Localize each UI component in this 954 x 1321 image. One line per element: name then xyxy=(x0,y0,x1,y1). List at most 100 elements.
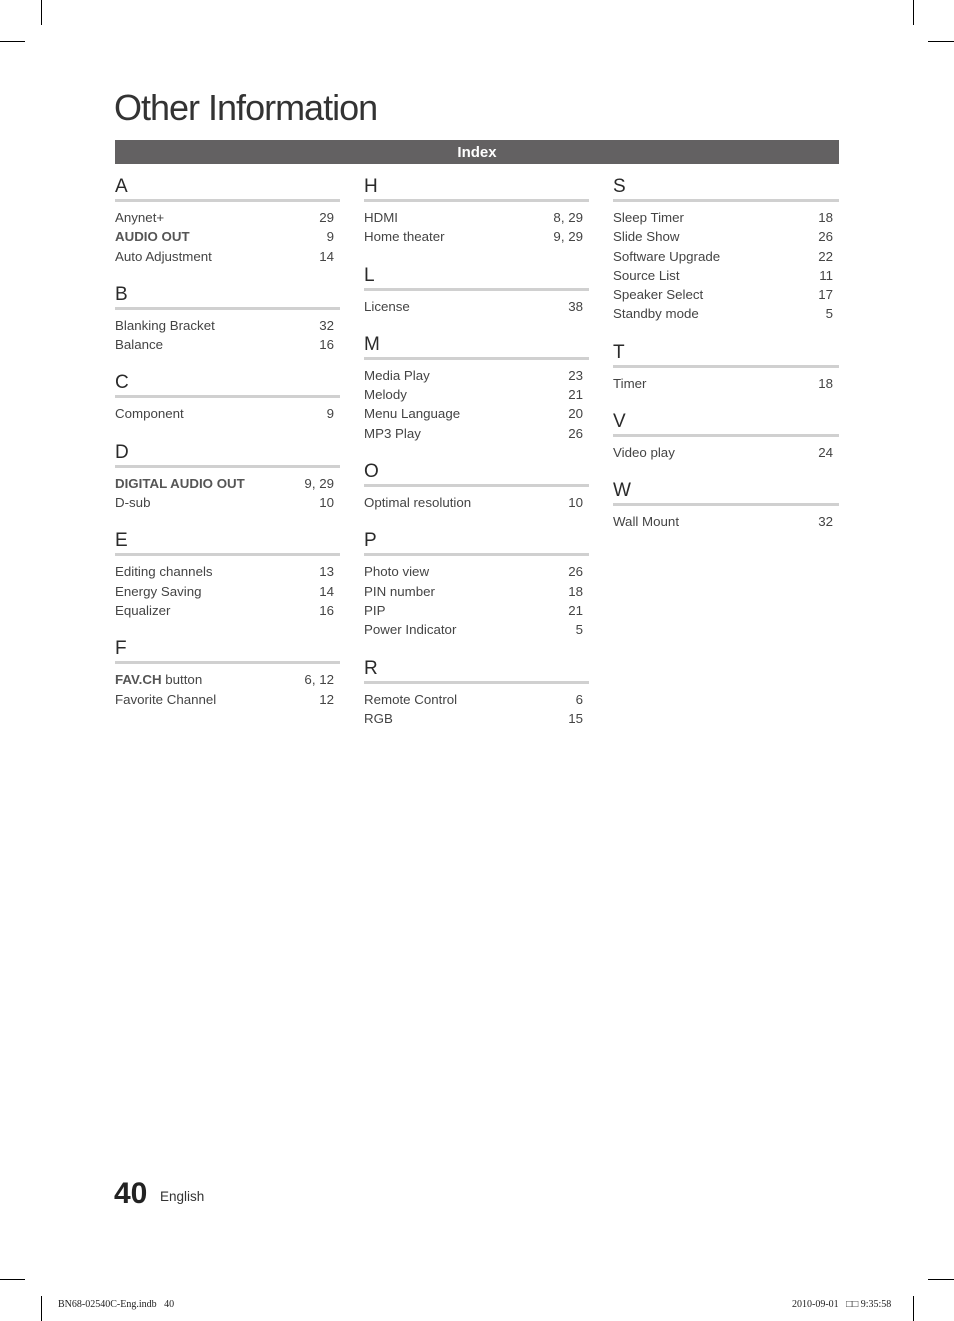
crop-mark xyxy=(913,0,914,25)
index-section-r: R Remote Control 6 RGB 15 xyxy=(364,658,589,729)
index-section-d: D DIGITAL AUDIO OUT 9, 29 D-sub 10 xyxy=(115,442,340,513)
section-letter: T xyxy=(613,341,625,363)
index-entry: Blanking Bracket 32 xyxy=(115,316,340,335)
index-section-m: M Media Play 23 Melody 21 Menu Language 20 MP3 … xyxy=(364,334,589,443)
index-page-ref: 6 xyxy=(575,691,583,707)
index-page-ref: 26 xyxy=(568,425,583,441)
section-divider xyxy=(115,661,340,665)
page-number: 40 xyxy=(114,1177,148,1210)
index-page-ref: 23 xyxy=(568,367,583,383)
index-section-e: E Editing channels 13 Energy Saving 14 Equali… xyxy=(115,530,340,620)
index-column-2: H HDMI 8, 29 Home theater 9, 29 L License 38 M Me… xyxy=(364,176,589,746)
index-term: Melody xyxy=(364,385,407,404)
index-page-ref: 26 xyxy=(568,564,583,580)
crop-mark xyxy=(0,41,25,42)
index-entry: Slide Show 26 xyxy=(613,227,839,246)
index-page-ref: 21 xyxy=(568,387,583,403)
index-term: Auto Adjustment xyxy=(115,247,212,266)
index-term-text: PIN number xyxy=(364,583,435,599)
index-term-text: Favorite Channel xyxy=(115,691,217,707)
index-term-text: Equalizer xyxy=(115,602,171,618)
index-page-ref: 14 xyxy=(319,248,334,264)
index-section-c: C Component 9 xyxy=(115,372,340,423)
index-entry: Balance 16 xyxy=(115,335,340,354)
index-page-ref: 24 xyxy=(818,445,833,461)
index-page-ref: 13 xyxy=(319,564,334,580)
index-term: HDMI xyxy=(364,208,398,227)
index-entry: Menu Language 20 xyxy=(364,404,589,423)
index-entry: Speaker Select 17 xyxy=(613,285,839,304)
index-entry: PIP 21 xyxy=(364,601,589,620)
index-section-w: W Wall Mount 32 xyxy=(613,480,839,531)
index-term: Photo view xyxy=(364,562,429,581)
index-term: Remote Control xyxy=(364,690,457,709)
index-section-t: T Timer 18 xyxy=(613,342,839,393)
index-term: Anynet+ xyxy=(115,208,164,227)
index-term: PIP xyxy=(364,601,385,620)
index-term: Speaker Select xyxy=(613,285,703,304)
index-entry: Anynet+ 29 xyxy=(115,208,340,227)
index-term-text: Standby mode xyxy=(613,306,699,322)
index-section-b: B Blanking Bracket 32 Balance 16 xyxy=(115,284,340,355)
index-page-ref: 11 xyxy=(819,267,833,283)
index-page-ref: 18 xyxy=(818,210,833,225)
index-term: Editing channels xyxy=(115,562,213,581)
index-term-text: HDMI xyxy=(364,210,398,225)
index-entry: Equalizer 16 xyxy=(115,601,340,620)
index-page-ref: 9, 29 xyxy=(553,229,583,245)
index-page-ref: 17 xyxy=(818,287,833,303)
index-entry: Standby mode 5 xyxy=(613,304,839,323)
section-divider xyxy=(613,199,839,202)
index-term-text: Slide Show xyxy=(613,229,680,245)
index-section-h: H HDMI 8, 29 Home theater 9, 29 xyxy=(364,176,589,247)
index-term-text: Power Indicator xyxy=(364,622,457,638)
index-entry: Component 9 xyxy=(115,404,340,423)
index-page-ref: 9 xyxy=(326,406,334,422)
index-entry: D-sub 10 xyxy=(115,493,340,512)
crop-mark xyxy=(41,0,42,25)
index-page-ref: 9, 29 xyxy=(304,475,334,491)
section-divider xyxy=(364,553,589,557)
index-term-text: Component xyxy=(115,406,184,422)
index-term-text: Anynet+ xyxy=(115,210,165,225)
index-section-a: A Anynet+ 29 AUDIO OUT 9 Auto Adjustment 14 xyxy=(115,176,340,266)
index-page-ref: 16 xyxy=(319,337,334,353)
index-entry: Sleep Timer 18 xyxy=(613,208,839,227)
index-page-ref: 15 xyxy=(568,710,583,726)
index-term: Video play xyxy=(613,443,675,462)
index-term-text: Remote Control xyxy=(364,691,458,707)
index-term-text: Timer xyxy=(613,375,647,391)
index-page-ref: 38 xyxy=(568,298,583,314)
index-entry: License 38 xyxy=(364,297,589,316)
index-term: MP3 Play xyxy=(364,424,421,443)
index-page-ref: 29 xyxy=(319,210,334,225)
index-term: Wall Mount xyxy=(613,512,679,531)
index-term: PIN number xyxy=(364,582,435,601)
crop-mark xyxy=(928,41,954,42)
index-page-ref: 32 xyxy=(818,514,833,530)
section-letter: L xyxy=(364,264,375,286)
index-entry: Timer 18 xyxy=(613,374,839,393)
index-entry: Optimal resolution 10 xyxy=(364,493,589,512)
section-divider xyxy=(115,464,340,468)
index-page-ref: 18 xyxy=(568,583,583,599)
index-term: Media Play xyxy=(364,366,430,385)
page-title: Other Information xyxy=(114,87,378,128)
index-page-ref: 6, 12 xyxy=(304,672,334,688)
section-letter: P xyxy=(364,530,377,552)
index-term: DIGITAL AUDIO OUT xyxy=(115,474,245,493)
index-entry: Power Indicator 5 xyxy=(364,620,589,639)
index-section-s: S Sleep Timer 18 Slide Show 26 Software Upgra… xyxy=(613,176,839,324)
index-entry: Media Play 23 xyxy=(364,366,589,385)
index-term-text: Balance xyxy=(115,337,164,353)
index-page-ref: 5 xyxy=(575,622,583,638)
index-term-text: Blanking Bracket xyxy=(115,317,215,333)
index-term: License xyxy=(364,297,410,316)
section-divider xyxy=(613,503,839,507)
index-entry: Photo view 26 xyxy=(364,562,589,581)
index-section-f: F FAV.CH button 6, 12 Favorite Channel 12 xyxy=(115,638,340,709)
index-page-ref: 10 xyxy=(568,495,583,511)
index-term: Standby mode xyxy=(613,304,699,323)
index-section-l: L License 38 xyxy=(364,265,589,316)
index-term-text: Melody xyxy=(364,387,407,403)
